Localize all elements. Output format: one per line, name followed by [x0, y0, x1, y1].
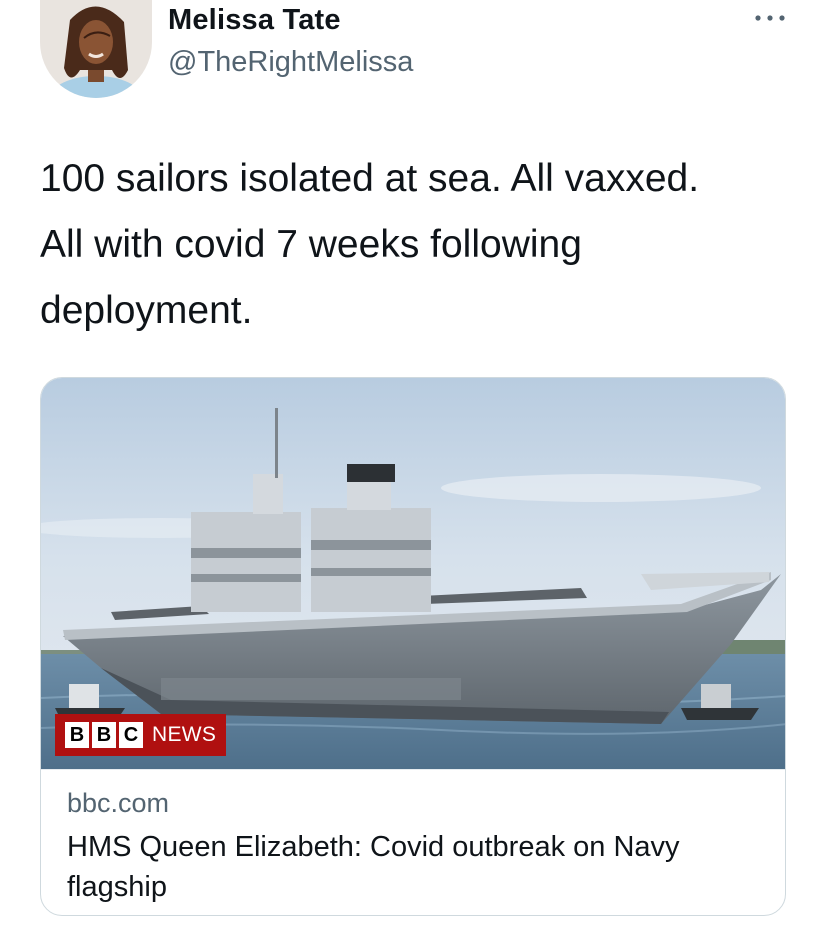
tweet-text-line: 100 sailors isolated at sea. All vaxxed. — [40, 157, 700, 200]
author-name[interactable]: Melissa Tate — [168, 4, 341, 37]
tweet-text-line: deployment. — [40, 289, 253, 332]
avatar[interactable] — [40, 0, 152, 98]
link-card[interactable]: B B C NEWS bbc.com HMS Queen Elizabeth: … — [40, 377, 786, 916]
bbc-news-logo: B B C NEWS — [55, 714, 227, 756]
card-title[interactable]: HMS Queen Elizabeth: Covid outbreak on N… — [67, 827, 757, 907]
aircraft-carrier-photo — [41, 378, 785, 769]
card-domain: bbc.com — [67, 788, 170, 818]
bbc-logo-letter: B — [92, 722, 116, 748]
tweet-text: 100 sailors isolated at sea. All vaxxed.… — [40, 146, 800, 344]
card-divider — [41, 769, 785, 770]
bbc-logo-letter: B — [65, 722, 89, 748]
bbc-logo-letter: C — [119, 722, 143, 748]
author-handle[interactable]: @TheRightMelissa — [168, 46, 413, 79]
card-image[interactable] — [41, 378, 785, 769]
profile-photo — [40, 0, 152, 98]
bbc-logo-news: NEWS — [152, 723, 217, 746]
tweet-text-line: All with covid 7 weeks following — [40, 223, 582, 266]
ellipsis-icon — [755, 15, 785, 21]
more-options-button[interactable] — [752, 6, 788, 30]
